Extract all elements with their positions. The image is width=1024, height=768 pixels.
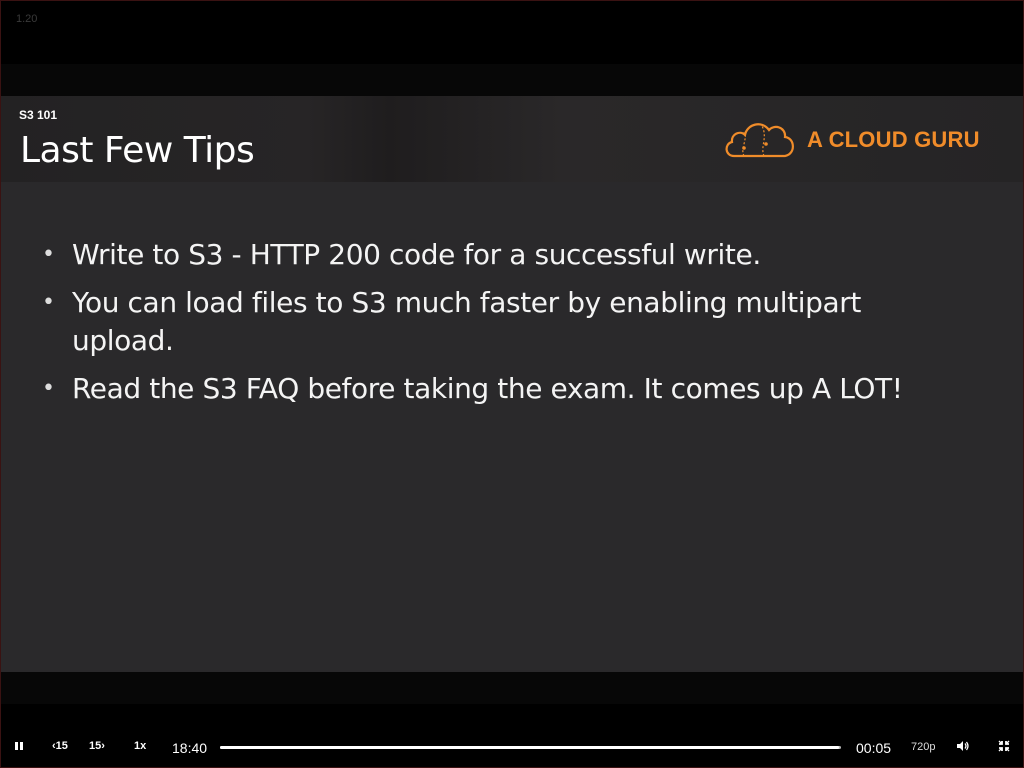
slide-title: Last Few Tips [20, 130, 255, 171]
course-code: S3 101 [19, 108, 58, 122]
bullet-line: Write to S3 - HTTP 200 code for a succes… [72, 238, 761, 271]
volume-icon [957, 741, 969, 751]
video-slide[interactable]: S3 101 Last Few Tips A CLOUD GURU • Writ… [0, 96, 1024, 672]
quality-button[interactable]: 720p [911, 741, 935, 753]
elapsed-time: 18:40 [172, 740, 208, 756]
pause-button[interactable] [14, 741, 24, 754]
forward-15-icon: › [101, 740, 105, 752]
list-item: • Write to S3 - HTTP 200 code for a succ… [42, 236, 962, 274]
volume-button[interactable] [956, 740, 970, 755]
version-label: 1.20 [16, 13, 38, 25]
progress-bar[interactable] [220, 746, 841, 749]
bullet-line: upload. [72, 324, 174, 357]
playback-speed-button[interactable]: 1x [134, 740, 146, 752]
logo-text: A CLOUD GURU [807, 127, 980, 152]
brand-logo: A CLOUD GURU [722, 116, 1002, 164]
slide-header: S3 101 Last Few Tips A CLOUD GURU [0, 96, 1024, 182]
remaining-time: 00:05 [856, 740, 892, 756]
forward-15-button[interactable]: 15› [89, 740, 105, 752]
cloud-logo-icon [725, 123, 794, 158]
pause-icon [15, 742, 23, 750]
bullet-icon: • [42, 290, 55, 315]
player-controls: ‹15 15› 1x 18:40 00:05 720p [0, 726, 1024, 768]
progress-fill [220, 746, 839, 749]
bullet-icon: • [42, 242, 55, 267]
forward-label: 15 [89, 740, 102, 752]
exit-fullscreen-icon [998, 740, 1010, 752]
bullet-line: Read the S3 FAQ before taking the exam. … [72, 372, 903, 405]
bullet-line: You can load files to S3 much faster by … [72, 286, 861, 319]
list-item: • You can load files to S3 much faster b… [42, 284, 962, 360]
bullet-list: • Write to S3 - HTTP 200 code for a succ… [42, 236, 962, 418]
video-letterbox-bottom [0, 672, 1024, 704]
video-letterbox-top [0, 64, 1024, 96]
exit-fullscreen-button[interactable] [998, 740, 1010, 755]
list-item: • Read the S3 FAQ before taking the exam… [42, 370, 962, 408]
rewind-label: 15 [55, 740, 68, 752]
bullet-icon: • [42, 376, 55, 401]
rewind-15-button[interactable]: ‹15 [52, 740, 68, 752]
